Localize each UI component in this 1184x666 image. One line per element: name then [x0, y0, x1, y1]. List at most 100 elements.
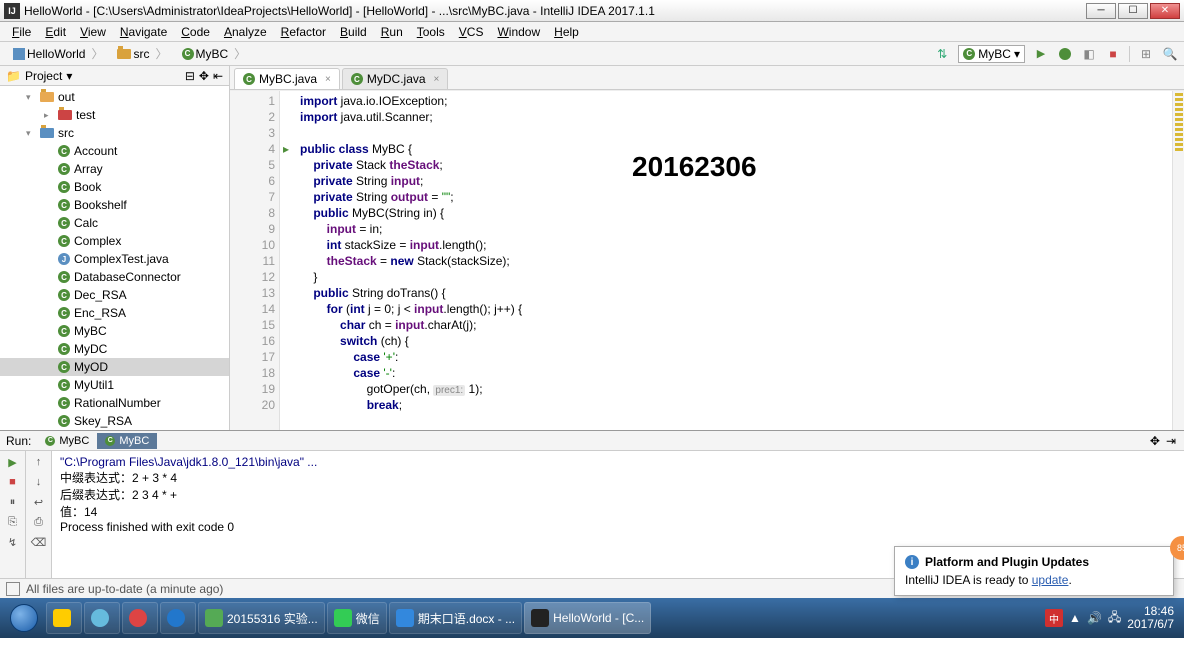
tree-node-mydc[interactable]: CMyDC — [0, 340, 229, 358]
taskbar-app[interactable] — [84, 602, 120, 634]
taskbar-app[interactable]: 微信 — [327, 602, 387, 634]
tray-icon[interactable]: ▲ — [1069, 611, 1081, 625]
code-line[interactable]: import java.io.IOException; — [300, 93, 1164, 109]
line-number[interactable]: 8 — [230, 205, 275, 221]
code-line[interactable]: import java.util.Scanner; — [300, 109, 1164, 125]
wrap-button[interactable]: ↩ — [32, 495, 46, 509]
clock[interactable]: 18:46 2017/6/7 — [1127, 605, 1174, 631]
network-icon[interactable]: 🖧 — [1108, 608, 1121, 629]
hide-icon[interactable]: ⇥ — [1166, 434, 1176, 448]
tree-node-bookshelf[interactable]: CBookshelf — [0, 196, 229, 214]
code-line[interactable]: break; — [300, 397, 1164, 413]
status-icon[interactable] — [6, 582, 20, 596]
error-stripe[interactable] — [1172, 91, 1184, 430]
code-line[interactable]: int stackSize = input.length(); — [300, 237, 1164, 253]
tree-node-complex[interactable]: CComplex — [0, 232, 229, 250]
taskbar-app[interactable]: 20155316 实验... — [198, 602, 325, 634]
line-number[interactable]: 14 — [230, 301, 275, 317]
gear-icon[interactable]: ✥ — [199, 69, 209, 83]
start-button[interactable] — [4, 602, 44, 634]
line-number[interactable]: 12 — [230, 269, 275, 285]
line-number[interactable]: 11 — [230, 253, 275, 269]
code-line[interactable]: gotOper(ch, prec1: 1); — [300, 381, 1164, 397]
stop-button[interactable]: ■ — [1105, 46, 1121, 62]
gear-icon[interactable]: ✥ — [1150, 434, 1160, 448]
tree-node-skey_rsa[interactable]: CSkey_RSA — [0, 412, 229, 430]
run-button[interactable]: ▶ — [1033, 46, 1049, 62]
menu-navigate[interactable]: Navigate — [114, 23, 173, 41]
tree-node-complextest-java[interactable]: JComplexTest.java — [0, 250, 229, 268]
taskbar-app[interactable] — [122, 602, 158, 634]
run-config-selector[interactable]: C MyBC ▾ — [958, 45, 1025, 63]
menu-build[interactable]: Build — [334, 23, 373, 41]
print-button[interactable]: ⎙ — [32, 515, 46, 529]
volume-icon[interactable]: 🔊 — [1087, 611, 1102, 625]
collapse-icon[interactable]: ⊟ — [185, 69, 195, 83]
update-link[interactable]: update — [1032, 573, 1069, 587]
code-line[interactable]: private String output = ""; — [300, 189, 1164, 205]
project-tree[interactable]: ▾out▸test▾srcCAccountCArrayCBookCBookshe… — [0, 86, 229, 430]
line-number[interactable]: 19 — [230, 381, 275, 397]
breadcrumb-helloworld[interactable]: HelloWorld〉 — [6, 43, 110, 64]
editor-tab-mybc-java[interactable]: CMyBC.java× — [234, 68, 340, 89]
editor-tab-mydc-java[interactable]: CMyDC.java× — [342, 68, 449, 89]
menu-tools[interactable]: Tools — [411, 23, 451, 41]
line-number[interactable]: 16 — [230, 333, 275, 349]
code-area[interactable]: 20162306 import java.io.IOException;impo… — [292, 91, 1172, 430]
tree-node-myutil1[interactable]: CMyUtil1 — [0, 376, 229, 394]
run-tab[interactable]: CMyBC — [97, 433, 157, 449]
code-line[interactable]: switch (ch) { — [300, 333, 1164, 349]
breadcrumb-mybc[interactable]: CMyBC〉 — [175, 43, 254, 64]
code-line[interactable]: case '+': — [300, 349, 1164, 365]
tree-node-databaseconnector[interactable]: CDatabaseConnector — [0, 268, 229, 286]
tree-node-account[interactable]: CAccount — [0, 142, 229, 160]
tree-node-rationalnumber[interactable]: CRationalNumber — [0, 394, 229, 412]
up-button[interactable]: ↑ — [32, 455, 46, 469]
tree-node-enc_rsa[interactable]: CEnc_RSA — [0, 304, 229, 322]
line-number[interactable]: 4 — [230, 141, 275, 157]
hide-icon[interactable]: ⇤ — [213, 69, 223, 83]
toggle-icon[interactable]: ⇅ — [934, 46, 950, 62]
clear-button[interactable]: ⌫ — [32, 535, 46, 549]
line-number[interactable]: 17 — [230, 349, 275, 365]
code-line[interactable]: private String input; — [300, 173, 1164, 189]
code-line[interactable] — [300, 125, 1164, 141]
close-button[interactable]: ✕ — [1150, 3, 1180, 19]
line-number[interactable]: 18 — [230, 365, 275, 381]
tree-node-test[interactable]: ▸test — [0, 106, 229, 124]
line-number[interactable]: 10 — [230, 237, 275, 253]
dump-button[interactable]: ⎘ — [6, 515, 20, 529]
run-tab[interactable]: CMyBC — [37, 433, 97, 449]
search-icon[interactable]: 🔍 — [1162, 46, 1178, 62]
code-line[interactable]: input = in; — [300, 221, 1164, 237]
menu-vcs[interactable]: VCS — [453, 23, 490, 41]
system-tray[interactable]: 中 ▲ 🔊 🖧 18:46 2017/6/7 — [1045, 605, 1180, 631]
minimize-button[interactable]: ─ — [1086, 3, 1116, 19]
tree-node-array[interactable]: CArray — [0, 160, 229, 178]
taskbar-app[interactable]: 期末口语.docx - ... — [389, 602, 522, 634]
line-number[interactable]: 9 — [230, 221, 275, 237]
pause-button[interactable]: ⏸ — [6, 495, 20, 509]
menu-view[interactable]: View — [74, 23, 112, 41]
menu-window[interactable]: Window — [491, 23, 546, 41]
taskbar-app[interactable]: HelloWorld - [C... — [524, 602, 651, 634]
code-line[interactable]: private Stack theStack; — [300, 157, 1164, 173]
code-line[interactable]: public String doTrans() { — [300, 285, 1164, 301]
code-line[interactable]: char ch = input.charAt(j); — [300, 317, 1164, 333]
code-line[interactable]: } — [300, 269, 1164, 285]
line-number[interactable]: 20 — [230, 397, 275, 413]
tree-node-out[interactable]: ▾out — [0, 88, 229, 106]
code-line[interactable]: public MyBC(String in) { — [300, 205, 1164, 221]
maximize-button[interactable]: ☐ — [1118, 3, 1148, 19]
taskbar-app[interactable] — [46, 602, 82, 634]
code-line[interactable]: theStack = new Stack(stackSize); — [300, 253, 1164, 269]
structure-button[interactable]: ⊞ — [1138, 46, 1154, 62]
tree-node-mybc[interactable]: CMyBC — [0, 322, 229, 340]
code-line[interactable]: public class MyBC { — [300, 141, 1164, 157]
menu-run[interactable]: Run — [375, 23, 409, 41]
line-number[interactable]: 7 — [230, 189, 275, 205]
code-line[interactable]: for (int j = 0; j < input.length(); j++)… — [300, 301, 1164, 317]
line-number[interactable]: 1 — [230, 93, 275, 109]
menu-file[interactable]: File — [6, 23, 37, 41]
breadcrumb-src[interactable]: src〉 — [110, 43, 174, 64]
